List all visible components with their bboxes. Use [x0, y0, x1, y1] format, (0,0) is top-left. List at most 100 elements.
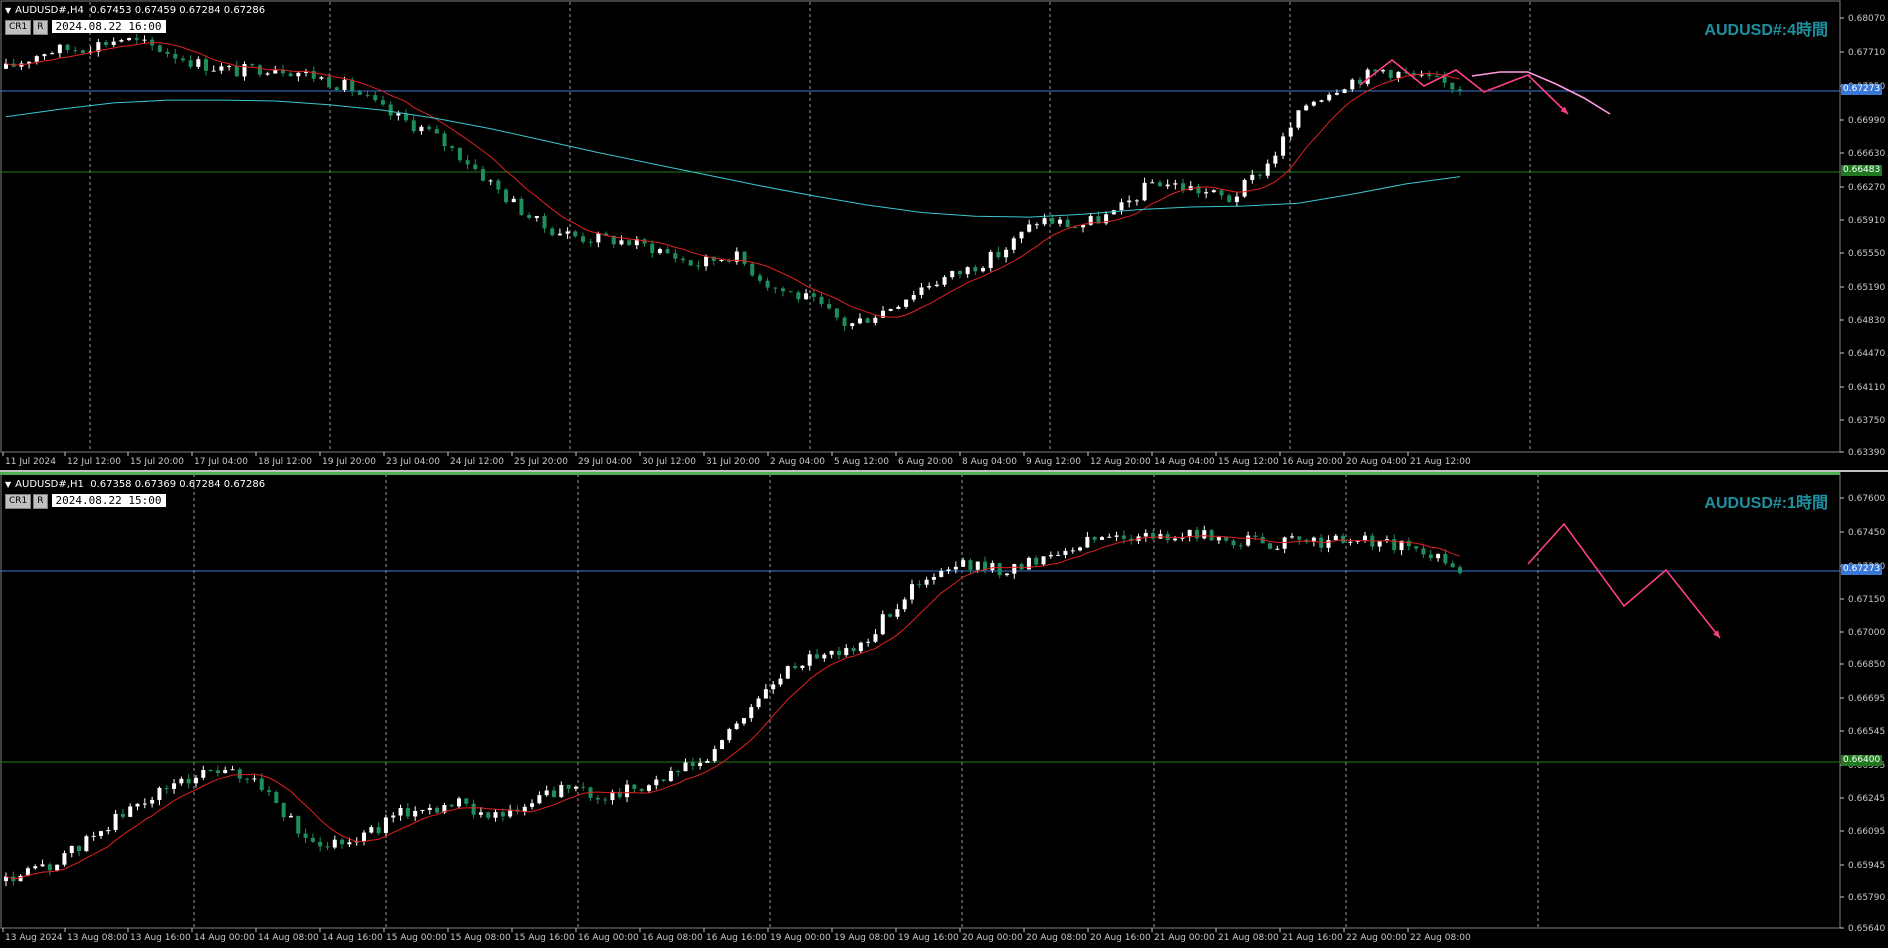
- bear-candle: [120, 813, 125, 817]
- x-tick-label: 14 Aug 16:00: [322, 933, 383, 943]
- x-tick-label: 23 Jul 04:00: [386, 457, 440, 467]
- x-tick-label: 19 Aug 00:00: [770, 933, 831, 943]
- x-tick-label: 15 Aug 12:00: [1218, 457, 1279, 467]
- h1-chart-canvas[interactable]: 0.676000.674500.673000.671500.670000.668…: [0, 472, 1888, 948]
- h4-chart-pane[interactable]: 0.680700.677100.673500.669900.666300.662…: [0, 0, 1888, 470]
- bull-candle: [369, 827, 374, 833]
- bear-candle: [827, 304, 832, 309]
- bull-candle: [1202, 530, 1207, 539]
- y-tick-label: 0.66270: [1848, 183, 1885, 193]
- bull-candle: [1350, 79, 1355, 90]
- bull-candle: [273, 69, 278, 74]
- plot-frame: [0, 472, 1841, 929]
- cr1-badge[interactable]: CR1: [5, 20, 32, 35]
- bear-candle: [376, 827, 381, 833]
- bull-candle: [1150, 182, 1155, 184]
- bull-candle: [1012, 564, 1017, 574]
- bear-candle: [334, 87, 339, 90]
- bull-candle: [866, 641, 871, 643]
- bear-candle: [1157, 182, 1162, 187]
- bull-candle: [534, 215, 539, 219]
- y-tick-label: 0.64830: [1848, 316, 1885, 326]
- bull-candle: [1265, 163, 1270, 176]
- h4-ohlc-header: ▼ AUDUSD#,H4 0.67453 0.67459 0.67284 0.67…: [5, 5, 265, 16]
- bear-candle: [180, 58, 185, 61]
- bull-candle: [1311, 101, 1316, 106]
- y-tick-label: 0.67600: [1848, 494, 1885, 504]
- bear-candle: [473, 164, 478, 170]
- bear-candle: [1019, 564, 1024, 570]
- bear-candle: [627, 240, 632, 246]
- bull-candle: [807, 654, 812, 666]
- bull-candle: [1142, 182, 1147, 201]
- bear-candle: [1092, 536, 1097, 540]
- bull-candle: [1085, 536, 1090, 548]
- bear-candle: [388, 104, 393, 116]
- bear-candle: [917, 584, 922, 586]
- x-tick-label: 20 Aug 08:00: [1026, 933, 1087, 943]
- bear-candle: [303, 833, 308, 838]
- h1-chart-pane[interactable]: 0.676000.674500.673000.671500.670000.668…: [0, 472, 1888, 948]
- bear-candle: [104, 42, 109, 45]
- h4-current-price-tag: 0.67273: [1841, 84, 1883, 95]
- bear-candle: [450, 146, 455, 148]
- bull-candle: [1063, 550, 1068, 555]
- bull-candle: [179, 778, 184, 784]
- bull-candle: [763, 689, 768, 699]
- cr1-badge[interactable]: CR1: [5, 494, 32, 509]
- bear-candle: [1253, 535, 1258, 538]
- bull-candle: [1114, 535, 1119, 537]
- bull-candle: [953, 566, 958, 570]
- bear-candle: [1121, 535, 1126, 539]
- bear-candle: [380, 100, 385, 105]
- x-tick-label: 18 Jul 12:00: [258, 457, 312, 467]
- bull-candle: [975, 561, 980, 570]
- bull-candle: [1173, 183, 1178, 185]
- bull-candle: [573, 786, 578, 789]
- bear-candle: [1421, 548, 1426, 555]
- r-badge[interactable]: R: [33, 494, 48, 509]
- bull-candle: [398, 807, 403, 816]
- bear-candle: [204, 59, 209, 71]
- bear-candle: [793, 666, 798, 669]
- h4-pane-title: AUDUSD#:4時間: [1704, 22, 1828, 39]
- bear-candle: [449, 805, 454, 807]
- bull-candle: [1282, 537, 1287, 549]
- bull-candle: [150, 799, 155, 804]
- collapse-arrow-icon[interactable]: ▼: [5, 480, 11, 489]
- bear-candle: [237, 769, 242, 779]
- x-tick-label: 16 Aug 08:00: [642, 933, 703, 943]
- bear-candle: [788, 291, 793, 293]
- bull-candle: [57, 44, 62, 54]
- plot-frame: [0, 0, 1841, 453]
- bear-candle: [836, 650, 841, 656]
- bear-candle: [486, 812, 491, 818]
- h1-symbol: AUDUSD#,H1: [15, 479, 84, 490]
- collapse-arrow-icon[interactable]: ▼: [5, 6, 11, 15]
- bear-candle: [208, 770, 213, 772]
- bull-candle: [990, 563, 995, 571]
- bear-candle: [1209, 530, 1214, 541]
- x-tick-label: 14 Aug 00:00: [194, 933, 255, 943]
- bear-candle: [757, 275, 762, 281]
- bear-candle: [480, 169, 485, 181]
- bull-candle: [1042, 218, 1047, 225]
- bear-candle: [325, 846, 330, 848]
- bull-candle: [712, 749, 717, 761]
- x-tick-label: 11 Jul 2024: [5, 457, 56, 467]
- x-tick-label: 15 Aug 16:00: [514, 933, 575, 943]
- h4-date-box: 2024.08.22 16:00: [51, 20, 166, 33]
- r-badge[interactable]: R: [33, 20, 48, 35]
- bull-candle: [296, 72, 301, 77]
- bear-candle: [639, 788, 644, 791]
- y-tick-label: 0.68070: [1848, 14, 1885, 24]
- bull-candle: [785, 666, 790, 679]
- bull-candle: [1288, 127, 1293, 137]
- bull-candle: [981, 268, 986, 272]
- h4-chart-canvas[interactable]: 0.680700.677100.673500.669900.666300.662…: [0, 0, 1888, 470]
- bear-candle: [500, 812, 505, 817]
- bull-candle: [965, 267, 970, 275]
- x-tick-label: 17 Jul 04:00: [194, 457, 248, 467]
- bull-candle: [42, 54, 47, 57]
- bull-candle: [172, 783, 177, 789]
